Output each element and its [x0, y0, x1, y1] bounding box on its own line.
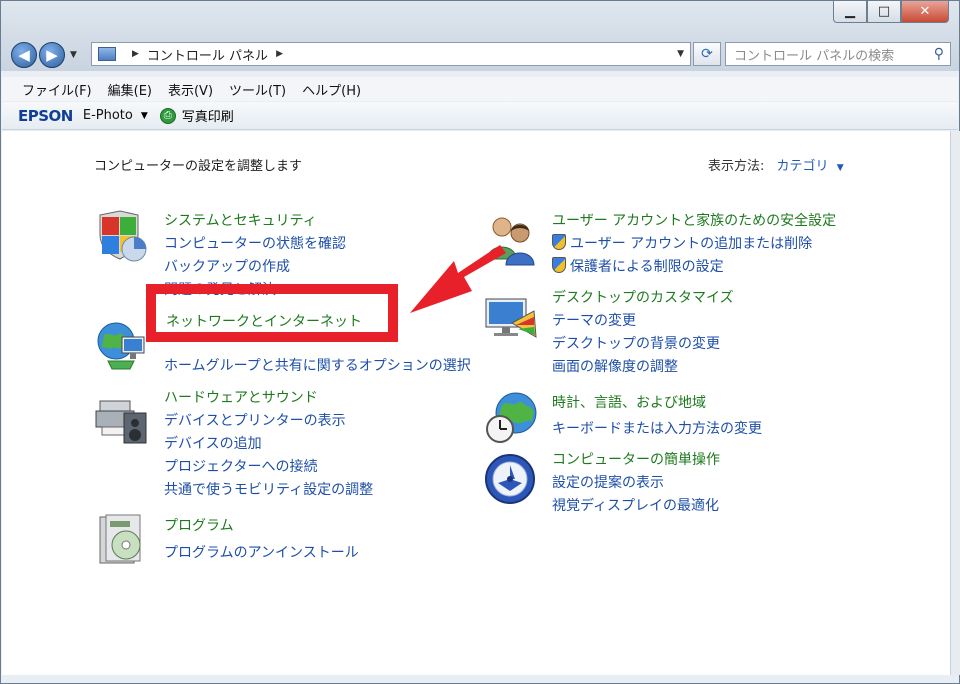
uac-shield-icon — [552, 234, 566, 250]
hardware-sound-icon[interactable] — [94, 391, 150, 447]
photo-print-button[interactable]: 写真印刷 — [182, 106, 234, 125]
menu-edit[interactable]: 編集(E) — [108, 80, 152, 99]
link-uninstall-program[interactable]: プログラムのアンインストール — [164, 542, 359, 562]
photo-print-icon: ⎙ — [159, 107, 176, 124]
recent-pages-dropdown-icon[interactable]: ▼ — [70, 50, 77, 60]
breadcrumb-control-panel[interactable]: コントロール パネル — [147, 45, 268, 64]
category-ease-of-access[interactable]: コンピューターの簡単操作 — [552, 449, 720, 469]
breadcrumb-arrow-icon[interactable]: ▶ — [132, 49, 139, 59]
menu-help[interactable]: ヘルプ(H) — [302, 80, 361, 99]
menu-file[interactable]: ファイル(F) — [22, 80, 92, 99]
link-adjust-resolution[interactable]: 画面の解像度の調整 — [552, 356, 678, 376]
forward-button[interactable]: ▶ — [39, 42, 65, 68]
link-add-remove-accounts-label: ユーザー アカウントの追加または削除 — [570, 236, 813, 252]
control-panel-window: ▁ □ ✕ ◀ ▶ ▼ ▶ コントロール パネル ▶ ▼ ⟳ コントロール パネ… — [0, 0, 960, 684]
link-change-theme[interactable]: テーマの変更 — [552, 310, 636, 330]
link-backup[interactable]: バックアップの作成 — [164, 256, 290, 276]
view-by-dropdown[interactable]: カテゴリ — [777, 159, 829, 174]
system-security-icon[interactable] — [96, 209, 152, 265]
menu-tools[interactable]: ツール(T) — [229, 80, 286, 99]
link-change-keyboard[interactable]: キーボードまたは入力方法の変更 — [552, 418, 762, 438]
link-connect-projector[interactable]: プロジェクターへの接続 — [164, 456, 317, 476]
ephoto-button[interactable]: E-Photo — [83, 108, 133, 123]
category-system-security[interactable]: システムとセキュリティ — [164, 210, 317, 230]
link-check-status[interactable]: コンピューターの状態を確認 — [164, 233, 346, 253]
search-icon[interactable]: ⚲ — [934, 46, 944, 62]
view-by: 表示方法: カテゴリ ▼ — [708, 155, 844, 174]
epson-toolbar: EPSON E-Photo ▼ ⎙ 写真印刷 — [2, 102, 958, 130]
category-clock-language-region[interactable]: 時計、言語、および地域 — [552, 392, 706, 412]
link-optimize-display[interactable]: 視覚ディスプレイの最適化 — [552, 495, 719, 515]
search-input[interactable]: コントロール パネルの検索 ⚲ — [725, 42, 951, 66]
page-title: コンピューターの設定を調整します — [94, 159, 303, 174]
link-homegroup-sharing[interactable]: ホームグループと共有に関するオプションの選択 — [164, 355, 471, 375]
control-panel-icon — [98, 47, 116, 61]
link-devices-printers[interactable]: デバイスとプリンターの表示 — [164, 410, 346, 430]
clock-language-region-icon[interactable] — [484, 389, 540, 445]
highlight-box — [146, 284, 398, 342]
ephoto-dropdown-icon[interactable]: ▼ — [141, 111, 148, 121]
refresh-icon: ⟳ — [701, 46, 713, 62]
link-add-remove-accounts[interactable]: ユーザー アカウントの追加または削除 — [552, 233, 812, 253]
refresh-button[interactable]: ⟳ — [693, 42, 721, 66]
address-bar[interactable]: ▶ コントロール パネル ▶ ▼ — [91, 42, 691, 66]
content-area: コンピューターの設定を調整します 表示方法: カテゴリ ▼ システムとセキュリテ… — [2, 131, 960, 675]
link-add-device[interactable]: デバイスの追加 — [164, 433, 262, 453]
annotation-arrow-icon — [410, 245, 506, 313]
window-edge — [950, 131, 960, 675]
link-mobility-settings[interactable]: 共通で使うモビリティ設定の調整 — [164, 479, 373, 499]
menu-bar: ファイル(F) 編集(E) 表示(V) ツール(T) ヘルプ(H) — [2, 77, 958, 101]
category-programs[interactable]: プログラム — [164, 515, 234, 535]
close-button[interactable]: ✕ — [901, 1, 949, 23]
programs-icon[interactable] — [96, 513, 152, 569]
category-appearance[interactable]: デスクトップのカスタマイズ — [552, 287, 734, 307]
address-dropdown-icon[interactable]: ▼ — [677, 49, 684, 59]
link-change-background[interactable]: デスクトップの背景の変更 — [552, 333, 720, 353]
epson-logo: EPSON — [18, 106, 73, 125]
view-by-label: 表示方法: — [708, 159, 765, 174]
breadcrumb-arrow-icon[interactable]: ▶ — [276, 49, 283, 59]
link-recommendations[interactable]: 設定の提案の表示 — [552, 472, 664, 492]
navigation-bar: ◀ ▶ ▼ ▶ コントロール パネル ▶ ▼ ⟳ コントロール パネルの検索 ⚲ — [11, 41, 951, 69]
category-user-accounts[interactable]: ユーザー アカウントと家族のための安全設定 — [552, 210, 836, 230]
uac-shield-icon — [552, 257, 566, 273]
minimize-button[interactable]: ▁ — [833, 1, 867, 23]
network-internet-icon[interactable] — [94, 317, 150, 373]
menu-view[interactable]: 表示(V) — [168, 80, 213, 99]
maximize-button[interactable]: □ — [867, 1, 901, 23]
chevron-down-icon[interactable]: ▼ — [837, 163, 844, 173]
link-parental-controls[interactable]: 保護者による制限の設定 — [552, 256, 724, 276]
link-parental-controls-label: 保護者による制限の設定 — [570, 259, 724, 275]
ease-of-access-icon[interactable] — [484, 451, 540, 507]
back-button[interactable]: ◀ — [11, 42, 37, 68]
category-hardware-sound[interactable]: ハードウェアとサウンド — [164, 387, 318, 407]
caption-buttons: ▁ □ ✕ — [833, 1, 949, 23]
search-placeholder: コントロール パネルの検索 — [734, 48, 895, 64]
